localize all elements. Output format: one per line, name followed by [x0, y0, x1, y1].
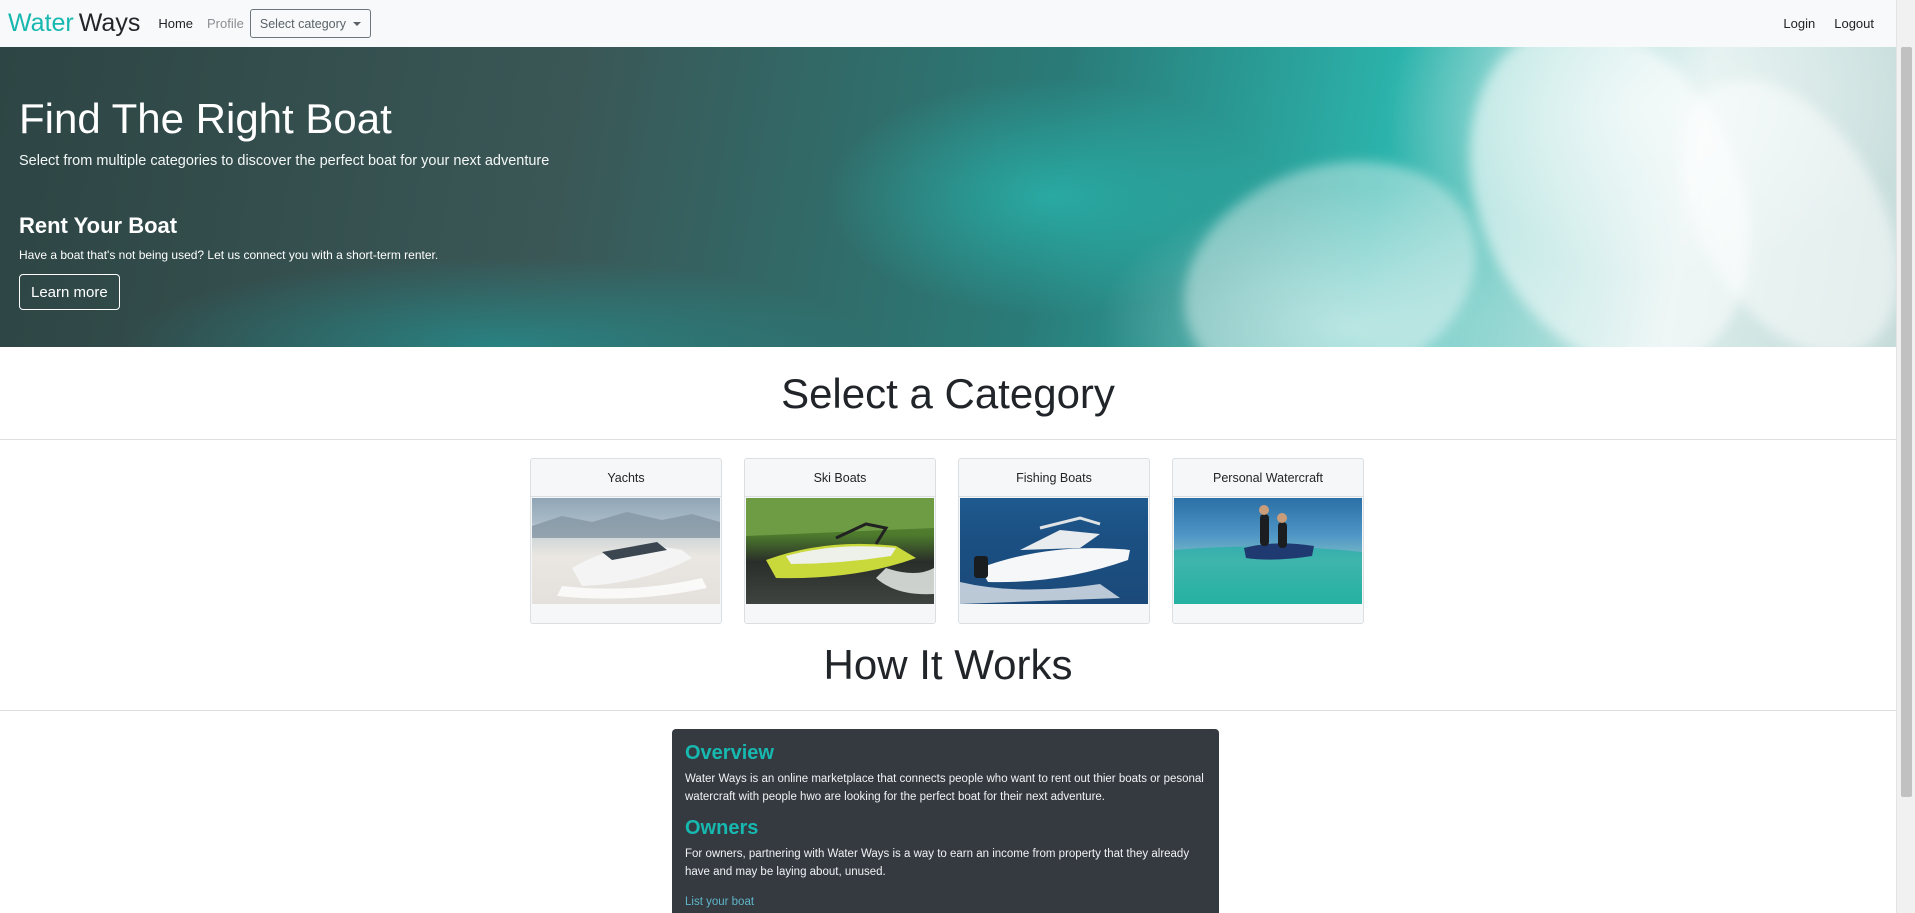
divider — [0, 439, 1896, 440]
yacht-image — [532, 498, 720, 604]
wake-foam — [1151, 122, 1509, 347]
hero-title: Find The Right Boat — [19, 95, 392, 142]
learn-more-button[interactable]: Learn more — [19, 274, 120, 310]
ski-boat-image — [746, 498, 934, 604]
rent-title: Rent Your Boat — [19, 213, 178, 238]
overview-heading: Overview — [685, 742, 774, 764]
card-title: Fishing Boats — [959, 459, 1149, 497]
overview-text: Water Ways is an online marketplace that… — [685, 773, 1204, 803]
brand-logo[interactable]: Water Ways — [8, 9, 140, 38]
personal-watercraft-image — [1174, 498, 1362, 604]
category-card-personal-watercraft[interactable]: Personal Watercraft — [1172, 458, 1364, 624]
owners-heading: Owners — [685, 817, 759, 839]
nav-profile-link[interactable]: Profile — [207, 16, 244, 31]
hero-subtitle: Select from multiple categories to disco… — [19, 153, 550, 169]
category-card-yachts[interactable]: Yachts — [530, 458, 722, 624]
brand-ways: Ways — [78, 9, 141, 37]
nav-right: Login Logout — [1783, 16, 1896, 31]
category-card-ski-boats[interactable]: Ski Boats — [744, 458, 936, 624]
navbar: Water Ways Home Profile Select category … — [0, 0, 1896, 47]
brand-water: Water — [8, 9, 74, 37]
card-title: Ski Boats — [745, 459, 935, 497]
category-section-title: Select a Category — [781, 370, 1115, 417]
how-it-works-panel: Overview Water Ways is an online marketp… — [672, 729, 1219, 913]
select-category-label: Select category — [259, 16, 347, 31]
select-category-dropdown[interactable]: Select category — [249, 9, 372, 38]
nav-home-link[interactable]: Home — [158, 16, 193, 31]
login-link[interactable]: Login — [1783, 16, 1815, 31]
card-title: Yachts — [531, 459, 721, 497]
logout-link[interactable]: Logout — [1834, 16, 1874, 31]
list-your-boat-link[interactable]: List your boat — [685, 896, 754, 908]
fishing-boat-image — [960, 498, 1148, 604]
chevron-down-icon — [353, 21, 362, 26]
page-scrollbar[interactable] — [1896, 0, 1915, 913]
owners-text: For owners, partnering with Water Ways i… — [685, 848, 1190, 878]
scrollbar-thumb[interactable] — [1901, 47, 1912, 797]
rent-subtitle: Have a boat that's not being used? Let u… — [19, 248, 439, 262]
hero-banner: Find The Right Boat Select from multiple… — [0, 47, 1896, 347]
how-it-works-title: How It Works — [823, 641, 1073, 688]
category-card-fishing-boats[interactable]: Fishing Boats — [958, 458, 1150, 624]
divider — [0, 710, 1896, 711]
card-title: Personal Watercraft — [1173, 459, 1363, 497]
